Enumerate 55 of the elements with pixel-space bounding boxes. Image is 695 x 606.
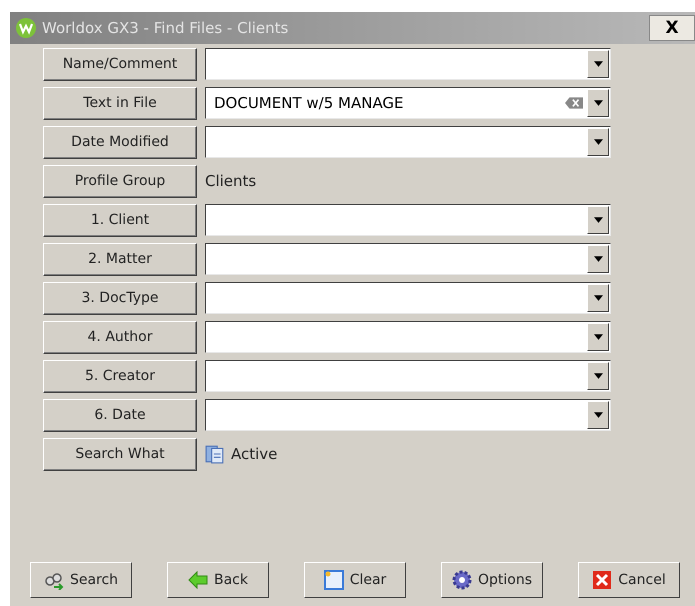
gear-icon: [452, 570, 472, 590]
combo-field[interactable]: [205, 48, 611, 80]
close-button[interactable]: X: [649, 15, 695, 41]
caret-icon: [594, 412, 602, 418]
caret-icon: [594, 61, 602, 67]
field-label-button[interactable]: 3. DocType: [43, 282, 197, 314]
logo-icon: [16, 18, 36, 38]
field-value: Clients: [205, 172, 256, 190]
field-label-button[interactable]: 2. Matter: [43, 242, 197, 276]
documents-icon: [205, 444, 225, 464]
field-label-button[interactable]: 4. Author: [43, 320, 197, 354]
clear-text-icon[interactable]: [565, 97, 583, 109]
combo-field[interactable]: [205, 243, 611, 275]
dropdown-button[interactable]: [587, 50, 609, 78]
window-title: Worldox GX3 - Find Files - Clients: [42, 19, 290, 37]
field-label-button[interactable]: 5. Creator: [43, 360, 197, 392]
combo-field[interactable]: [205, 204, 611, 236]
caret-icon: [594, 256, 602, 262]
dropdown-button[interactable]: [587, 89, 609, 117]
cancel-icon: [592, 570, 612, 590]
dropdown-button[interactable]: [587, 401, 609, 429]
combo-field[interactable]: [205, 399, 611, 431]
caret-icon: [594, 373, 602, 379]
field-label-button[interactable]: Date Modified: [43, 126, 197, 158]
dropdown-button[interactable]: [587, 245, 609, 273]
field-label-button[interactable]: Search What: [43, 438, 197, 470]
caret-icon: [594, 295, 602, 301]
caret-icon: [594, 100, 602, 106]
field-label-button[interactable]: Name/Comment: [43, 48, 197, 80]
caret-icon: [594, 334, 602, 340]
combo-field[interactable]: [205, 321, 611, 353]
field-label-button[interactable]: Text in File: [43, 86, 197, 120]
clear-button[interactable]: Clear: [304, 562, 406, 598]
combo-field[interactable]: DOCUMENT w/5 MANAGE: [205, 87, 611, 119]
dropdown-button[interactable]: [587, 323, 609, 351]
left-arrow-icon: [188, 570, 208, 590]
caret-icon: [594, 139, 602, 145]
status-value: Active: [231, 445, 278, 463]
search-button[interactable]: Search: [30, 562, 132, 598]
combo-field[interactable]: [205, 282, 611, 314]
dropdown-button[interactable]: [587, 206, 609, 234]
field-value: DOCUMENT w/5 MANAGE: [214, 94, 404, 112]
field-label-button[interactable]: 1. Client: [43, 204, 197, 236]
cancel-button[interactable]: Cancel: [578, 562, 680, 598]
dropdown-button[interactable]: [587, 128, 609, 156]
window-icon: [324, 570, 344, 590]
field-label-button[interactable]: Profile Group: [43, 164, 197, 198]
back-button[interactable]: Back: [167, 562, 269, 598]
caret-icon: [594, 217, 602, 223]
options-button[interactable]: Options: [441, 562, 543, 598]
field-label-button[interactable]: 6. Date: [43, 398, 197, 432]
dropdown-button[interactable]: [587, 284, 609, 312]
combo-field[interactable]: [205, 360, 611, 392]
combo-field[interactable]: [205, 126, 611, 158]
dropdown-button[interactable]: [587, 362, 609, 390]
